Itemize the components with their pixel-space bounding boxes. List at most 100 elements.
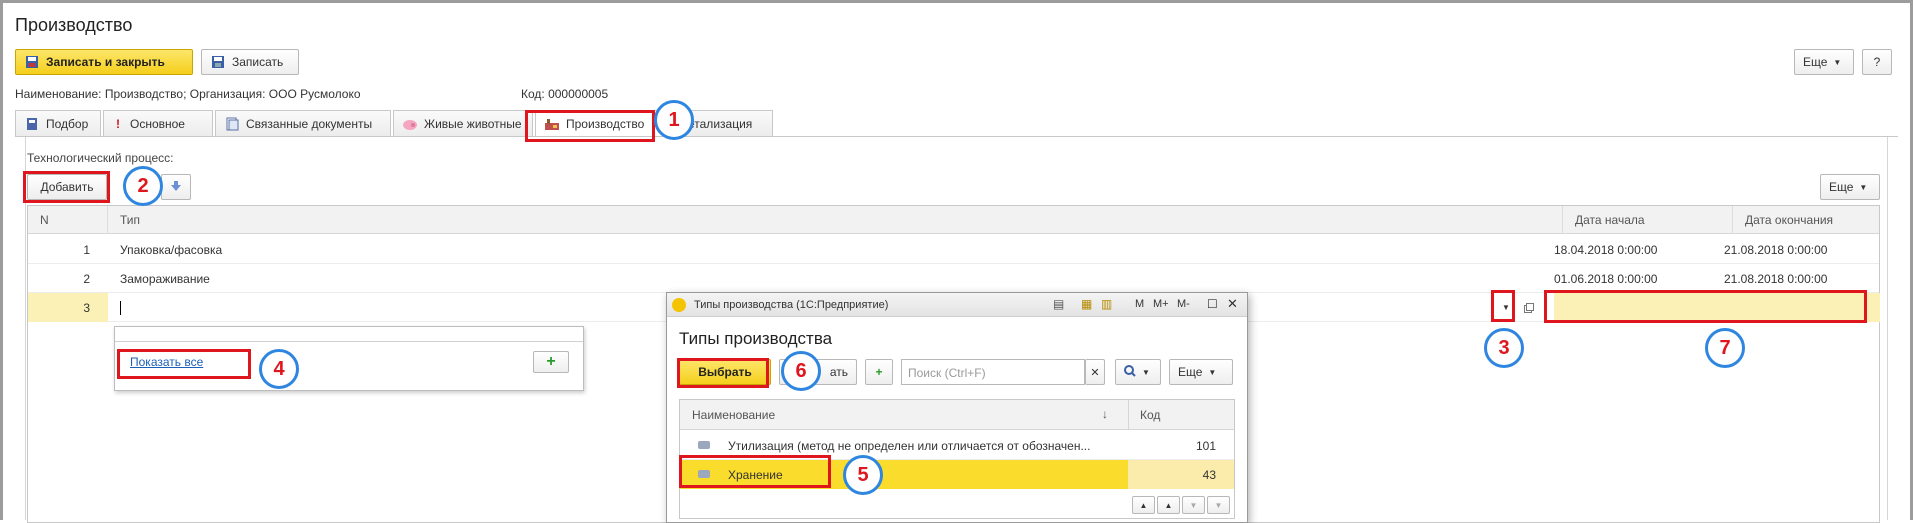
close-icon[interactable]: ✕	[1227, 296, 1238, 312]
move-down-button[interactable]	[161, 174, 191, 200]
highlight-dropdown-arrow	[1491, 290, 1515, 322]
memory-button[interactable]: M	[1135, 298, 1144, 310]
row-end: 21.08.2018 0:00:00	[1724, 271, 1828, 286]
code-cell-bg	[1128, 460, 1234, 489]
highlight-select-button	[677, 358, 769, 388]
row-type: Замораживание	[120, 271, 210, 286]
save-button[interactable]: Записать	[201, 49, 299, 75]
col-type[interactable]: Тип	[108, 206, 1563, 234]
step-marker-4: 4	[259, 349, 299, 389]
arrow-down-icon	[170, 180, 182, 195]
pig-icon	[402, 116, 418, 132]
memory-minus-button[interactable]: M-	[1177, 298, 1190, 310]
save-and-close-button[interactable]: Записать и закрыть	[15, 49, 193, 75]
maximize-icon[interactable]: ☐	[1207, 297, 1218, 311]
tab-label: Подбор	[46, 116, 89, 131]
process-label: Технологический процесс:	[27, 151, 174, 165]
row-code: 101	[1195, 439, 1216, 453]
scroll-top-button[interactable]: ▲	[1132, 496, 1155, 514]
col-end-date[interactable]: Дата окончания	[1733, 206, 1879, 234]
scroll-controls: ▲ ▲ ▼ ▼	[1132, 496, 1232, 516]
row-start: 01.06.2018 0:00:00	[1554, 271, 1658, 286]
doc-icon[interactable]: ▤	[1053, 297, 1064, 311]
process-more-button[interactable]: Еще ▼	[1820, 174, 1880, 200]
step-marker-2: 2	[123, 166, 163, 206]
step-marker-3: 3	[1484, 328, 1524, 368]
scroll-up-button[interactable]: ▲	[1157, 496, 1180, 514]
chevron-down-icon: ▼	[1859, 182, 1868, 192]
tab-label: Основное	[130, 116, 185, 131]
highlight-storage-row	[679, 455, 831, 488]
search-button[interactable]: ▼	[1115, 359, 1161, 385]
table-row[interactable]: 2 Замораживание 01.06.2018 0:00:00 21.08…	[28, 264, 1879, 293]
step-marker-1: 1	[654, 100, 694, 140]
dialog-window-title: Типы производства (1С:Предприятие)	[694, 298, 889, 311]
highlight-date-cells	[1544, 290, 1867, 323]
more-label: Еще	[1803, 55, 1828, 69]
save-icon	[210, 54, 226, 70]
type-input[interactable]	[120, 293, 121, 322]
highlight-show-all	[117, 349, 251, 379]
dropdown-divider	[115, 341, 583, 342]
tab-label: Связанные документы	[246, 116, 373, 131]
chevron-down-icon: ▼	[1142, 367, 1150, 377]
table-row[interactable]: 1 Упаковка/фасовка 18.04.2018 0:00:00 21…	[28, 235, 1879, 264]
memory-plus-button[interactable]: M+	[1153, 298, 1169, 310]
warning-icon: !	[116, 116, 120, 131]
item-icon	[698, 441, 710, 449]
search-input[interactable]: Поиск (Ctrl+F)	[901, 359, 1085, 385]
row-end: 21.08.2018 0:00:00	[1724, 242, 1828, 257]
step-marker-7: 7	[1705, 328, 1745, 368]
document-code: Код: 000000005	[521, 87, 609, 101]
scroll-bottom-button[interactable]: ▼	[1207, 496, 1230, 514]
document-info: Наименование: Производство; Организация:…	[15, 87, 361, 101]
chevron-down-icon: ▼	[1833, 57, 1842, 67]
dialog-more-button[interactable]: Еще ▼	[1169, 359, 1233, 385]
calculator-icon[interactable]: ▦	[1081, 297, 1092, 311]
table-header: N Тип Дата начала Дата окончания	[28, 206, 1879, 234]
types-table-header: Наименование ↓ Код	[680, 400, 1234, 430]
clear-search-button[interactable]: ✕	[1085, 359, 1105, 385]
close-icon: ✕	[1090, 366, 1100, 379]
row-start: 18.04.2018 0:00:00	[1554, 242, 1658, 257]
tab-osnovnoe[interactable]: ! Основное	[103, 110, 213, 136]
col-code[interactable]: Код	[1140, 408, 1160, 422]
dialog-heading: Типы производства	[679, 329, 833, 348]
tab-label: Живые животные	[424, 116, 522, 131]
text-cursor	[120, 300, 121, 315]
column-divider	[1128, 400, 1129, 430]
row-n: 1	[83, 242, 90, 257]
sort-arrow-icon[interactable]: ↓	[1102, 407, 1108, 421]
row-n: 3	[28, 293, 108, 322]
plus-icon: +	[546, 353, 556, 370]
app-logo-icon	[672, 297, 686, 312]
highlight-production-tab	[525, 110, 655, 142]
col-name[interactable]: Наименование	[692, 408, 775, 422]
create-label: ать	[829, 365, 848, 379]
help-button[interactable]: ?	[1862, 49, 1892, 75]
highlight-add-button	[23, 171, 110, 203]
add-copy-icon: +	[875, 365, 883, 379]
row-code: 43	[1202, 468, 1216, 482]
tab-podbor[interactable]: Подбор	[15, 110, 101, 136]
row-n: 2	[83, 271, 90, 286]
help-label: ?	[1873, 55, 1881, 69]
col-start-date[interactable]: Дата начала	[1563, 206, 1733, 234]
dropdown-add-button[interactable]: +	[533, 351, 569, 373]
save-icon	[24, 54, 40, 70]
documents-icon	[224, 116, 240, 132]
scroll-down-button[interactable]: ▼	[1182, 496, 1205, 514]
col-n[interactable]: N	[28, 206, 108, 234]
step-marker-6: 6	[781, 351, 821, 391]
page-title: Производство	[15, 15, 133, 35]
types-selection-dialog: Типы производства (1С:Предприятие) ▤ ▦ ▥…	[666, 292, 1248, 523]
open-form-icon[interactable]	[1522, 293, 1536, 322]
save-and-close-label: Записать и закрыть	[46, 55, 165, 69]
tab-related-documents[interactable]: Связанные документы	[215, 110, 391, 136]
more-button[interactable]: Еще ▼	[1794, 49, 1854, 75]
calendar-icon[interactable]: ▥	[1101, 297, 1112, 311]
more-label: Еще	[1178, 365, 1203, 379]
tab-live-animals[interactable]: Живые животные	[393, 110, 533, 136]
step-marker-5: 5	[843, 455, 883, 495]
copy-button[interactable]: +	[865, 359, 893, 385]
